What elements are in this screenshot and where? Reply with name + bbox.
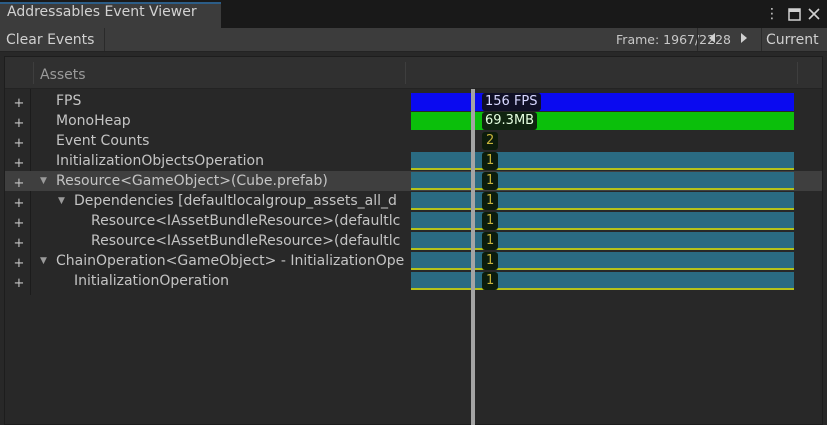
- kebab-menu-icon[interactable]: ⋮: [764, 5, 780, 23]
- ref-count-badge: 1: [482, 272, 499, 290]
- collapse-triangle-icon[interactable]: ▼: [58, 191, 65, 211]
- operation-timeline-bar: [411, 212, 794, 230]
- header-divider: [33, 62, 34, 84]
- prev-frame-button[interactable]: [698, 29, 726, 52]
- fps-graph-bar: [411, 93, 794, 111]
- current-frame-button[interactable]: Current: [766, 29, 819, 52]
- tree-row-label: Resource<IAssetBundleResource>(defaultlc: [91, 233, 401, 249]
- fps-value-badge: 156 FPS: [482, 93, 541, 111]
- toolbar-divider: [761, 28, 762, 51]
- ref-count-badge: 1: [482, 252, 499, 270]
- header-divider[interactable]: [405, 62, 406, 84]
- tree-row-label: MonoHeap: [56, 113, 131, 129]
- assets-column-header[interactable]: Assets: [40, 67, 86, 83]
- chevron-right-icon: [741, 33, 747, 43]
- operation-timeline-bar: [411, 152, 794, 170]
- window-title: Addressables Event Viewer: [7, 4, 197, 20]
- header-divider[interactable]: [797, 62, 798, 84]
- maximize-icon[interactable]: [786, 5, 802, 23]
- ref-count-badge: 1: [482, 152, 499, 170]
- operation-timeline-bar: [411, 252, 794, 270]
- collapse-triangle-icon[interactable]: ▼: [40, 171, 47, 191]
- tree-row-label: Resource<GameObject>(Cube.prefab): [56, 173, 328, 189]
- tree-row-label: Dependencies [defaultlocalgroup_assets_a…: [74, 193, 397, 209]
- close-icon[interactable]: [806, 5, 822, 23]
- chevron-left-icon: [709, 33, 715, 43]
- tree-row-label: Resource<IAssetBundleResource>(defaultlc: [91, 213, 401, 229]
- ref-count-badge: 1: [482, 172, 499, 190]
- frame-cursor-line[interactable]: [471, 89, 475, 425]
- tree-row-label: InitializationOperation: [74, 273, 230, 289]
- expand-button[interactable]: +: [13, 274, 25, 294]
- operation-timeline-bar: [411, 272, 794, 290]
- column-header-row: [5, 57, 822, 89]
- event-count-badge: 2: [482, 132, 499, 150]
- ref-count-badge: 1: [482, 232, 499, 250]
- operation-timeline-bar: [411, 232, 794, 250]
- clear-events-button[interactable]: Clear Events: [6, 29, 94, 52]
- tree-row-label: Event Counts: [56, 133, 150, 149]
- next-frame-button[interactable]: [730, 29, 758, 52]
- ref-count-badge: 1: [482, 212, 499, 230]
- tree-row-label: FPS: [56, 93, 82, 109]
- operation-timeline-bar: [411, 172, 794, 190]
- toolbar-divider: [104, 28, 105, 51]
- monoheap-value-badge: 69.3MB: [482, 112, 538, 130]
- tree-row-label: InitializationObjectsOperation: [56, 153, 264, 169]
- ref-count-badge: 1: [482, 192, 499, 210]
- tree-row-label: ChainOperation<GameObject> - Initializat…: [56, 253, 405, 269]
- collapse-triangle-icon[interactable]: ▼: [40, 251, 47, 271]
- monoheap-graph-bar: [411, 112, 794, 130]
- operation-timeline-bar: [411, 192, 794, 210]
